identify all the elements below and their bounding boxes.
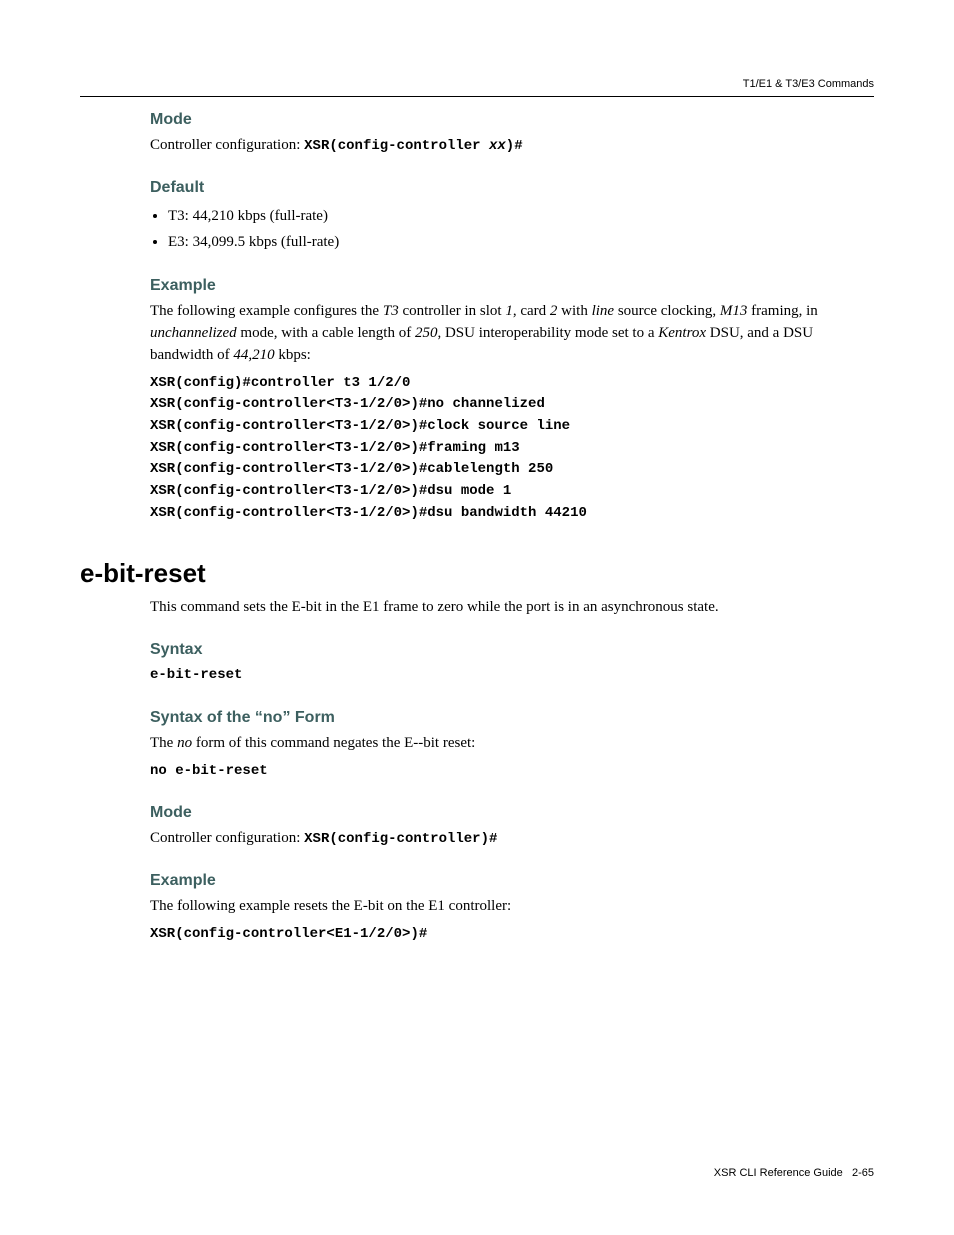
example2-code: XSR(config-controller<E1-1/2/0>)# bbox=[150, 924, 874, 946]
command-intro: This command sets the E-bit in the E1 fr… bbox=[150, 597, 874, 619]
example-code-block: XSR(config)#controller t3 1/2/0 XSR(conf… bbox=[150, 373, 874, 525]
section-heading-example: Example bbox=[150, 277, 874, 295]
syntax-code: e-bit-reset bbox=[150, 665, 874, 687]
example-paragraph: The following example configures the T3 … bbox=[150, 301, 874, 366]
default-list: T3: 44,210 kbps (full-rate) E3: 34,099.5… bbox=[168, 203, 874, 256]
section-heading-default: Default bbox=[150, 179, 874, 197]
running-head: T1/E1 & T3/E3 Commands bbox=[80, 78, 874, 90]
mode-code-b: )# bbox=[506, 138, 523, 154]
section-heading-example2: Example bbox=[150, 872, 874, 890]
text: source clocking, bbox=[614, 303, 720, 319]
text-italic: T3 bbox=[383, 303, 399, 319]
text-italic: 1 bbox=[505, 303, 513, 319]
section-heading-mode2: Mode bbox=[150, 804, 874, 822]
text-italic: 250 bbox=[415, 325, 438, 341]
text-italic: line bbox=[592, 303, 615, 319]
mode-text: Controller configuration: XSR(config-con… bbox=[150, 135, 874, 157]
no-form-code: no e-bit-reset bbox=[150, 761, 874, 783]
mode-code-em: xx bbox=[489, 138, 506, 154]
section-heading-no-form: Syntax of the “no” Form bbox=[150, 709, 874, 727]
section-heading-syntax: Syntax bbox=[150, 641, 874, 659]
text: , card bbox=[513, 303, 550, 319]
section-heading-mode: Mode bbox=[150, 111, 874, 129]
text: , DSU interoperability mode set to a bbox=[437, 325, 658, 341]
text: mode, with a cable length of bbox=[237, 325, 415, 341]
text: framing, in bbox=[747, 303, 817, 319]
text: The bbox=[150, 735, 177, 751]
command-title: e-bit-reset bbox=[80, 558, 874, 589]
footer-book: XSR CLI Reference Guide bbox=[714, 1167, 843, 1179]
page-footer: XSR CLI Reference Guide 2-65 bbox=[714, 1167, 874, 1179]
no-form-text: The no form of this command negates the … bbox=[150, 733, 874, 755]
text-italic: unchannelized bbox=[150, 325, 237, 341]
text: form of this command negates the E--bit … bbox=[192, 735, 475, 751]
text-italic: 44,210 bbox=[233, 347, 274, 363]
mode-code-a: XSR(config-controller bbox=[304, 138, 489, 154]
mode2-code: XSR(config-controller)# bbox=[304, 831, 497, 847]
mode2-prefix: Controller configuration: bbox=[150, 830, 304, 846]
text-italic: Kentrox bbox=[658, 325, 706, 341]
mode-prefix: Controller configuration: bbox=[150, 137, 304, 153]
example2-text: The following example resets the E-bit o… bbox=[150, 896, 874, 918]
text-italic: no bbox=[177, 735, 192, 751]
footer-page: 2-65 bbox=[852, 1167, 874, 1179]
text-italic: M13 bbox=[720, 303, 748, 319]
text: The following example configures the bbox=[150, 303, 383, 319]
list-item: T3: 44,210 kbps (full-rate) bbox=[168, 203, 874, 229]
text: kbps: bbox=[275, 347, 311, 363]
header-rule bbox=[80, 96, 874, 97]
text: with bbox=[557, 303, 591, 319]
text: controller in slot bbox=[399, 303, 506, 319]
list-item: E3: 34,099.5 kbps (full-rate) bbox=[168, 229, 874, 255]
mode2-text: Controller configuration: XSR(config-con… bbox=[150, 828, 874, 850]
